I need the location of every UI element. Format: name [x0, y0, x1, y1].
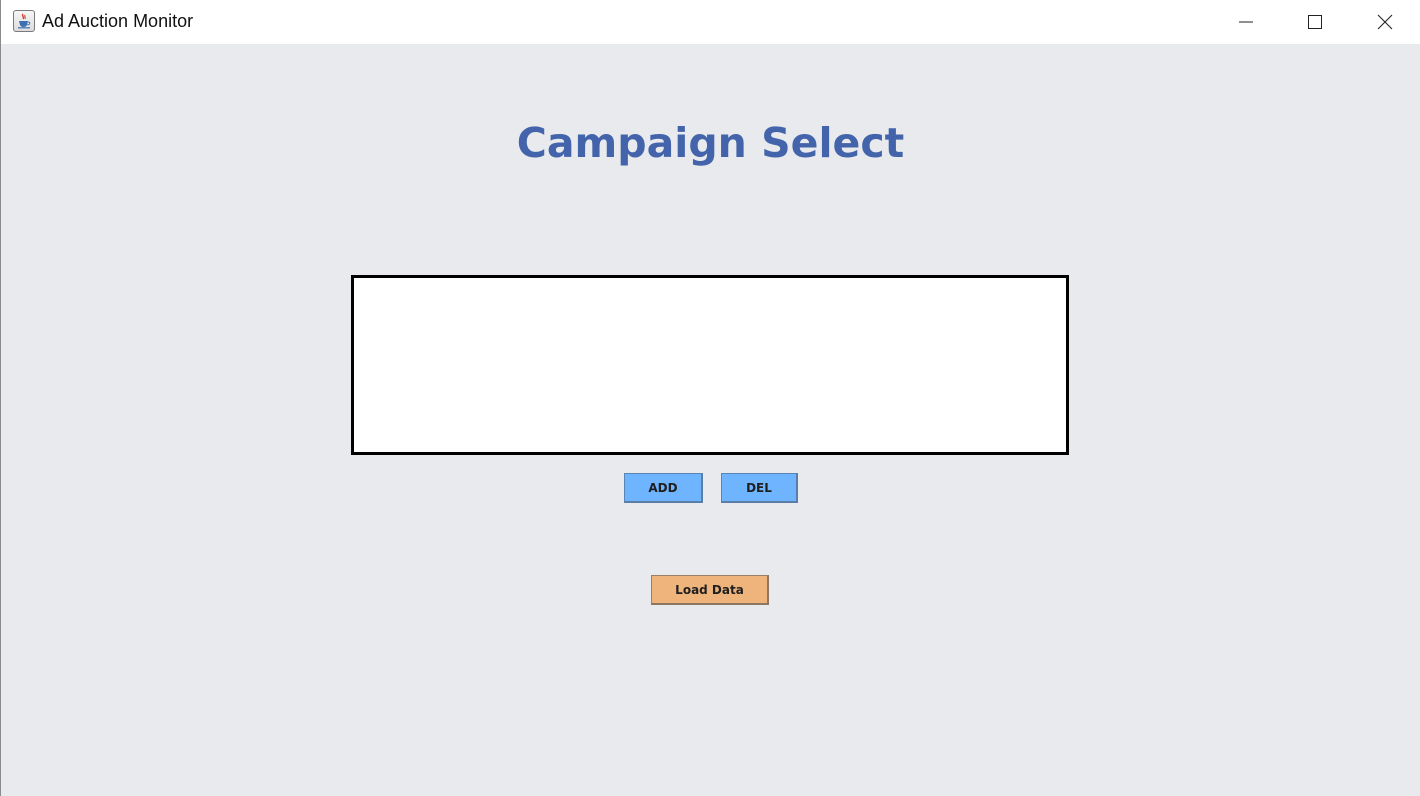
- maximize-icon: [1308, 15, 1322, 29]
- minimize-button[interactable]: [1223, 0, 1269, 44]
- add-button[interactable]: ADD: [624, 473, 703, 503]
- maximize-button[interactable]: [1292, 0, 1338, 44]
- close-button[interactable]: [1362, 0, 1408, 44]
- window-title: Ad Auction Monitor: [42, 11, 194, 31]
- close-icon: [1377, 14, 1393, 30]
- load-data-button[interactable]: Load Data: [651, 575, 769, 605]
- app-window: Ad Auction Monitor Campaign Select ADD D…: [0, 0, 1420, 796]
- campaign-list[interactable]: [351, 275, 1069, 455]
- delete-button[interactable]: DEL: [721, 473, 798, 503]
- page-title: Campaign Select: [516, 119, 905, 167]
- minimize-icon: [1239, 21, 1253, 23]
- title-bar[interactable]: Ad Auction Monitor: [1, 0, 1420, 44]
- java-cup-icon: [13, 10, 35, 32]
